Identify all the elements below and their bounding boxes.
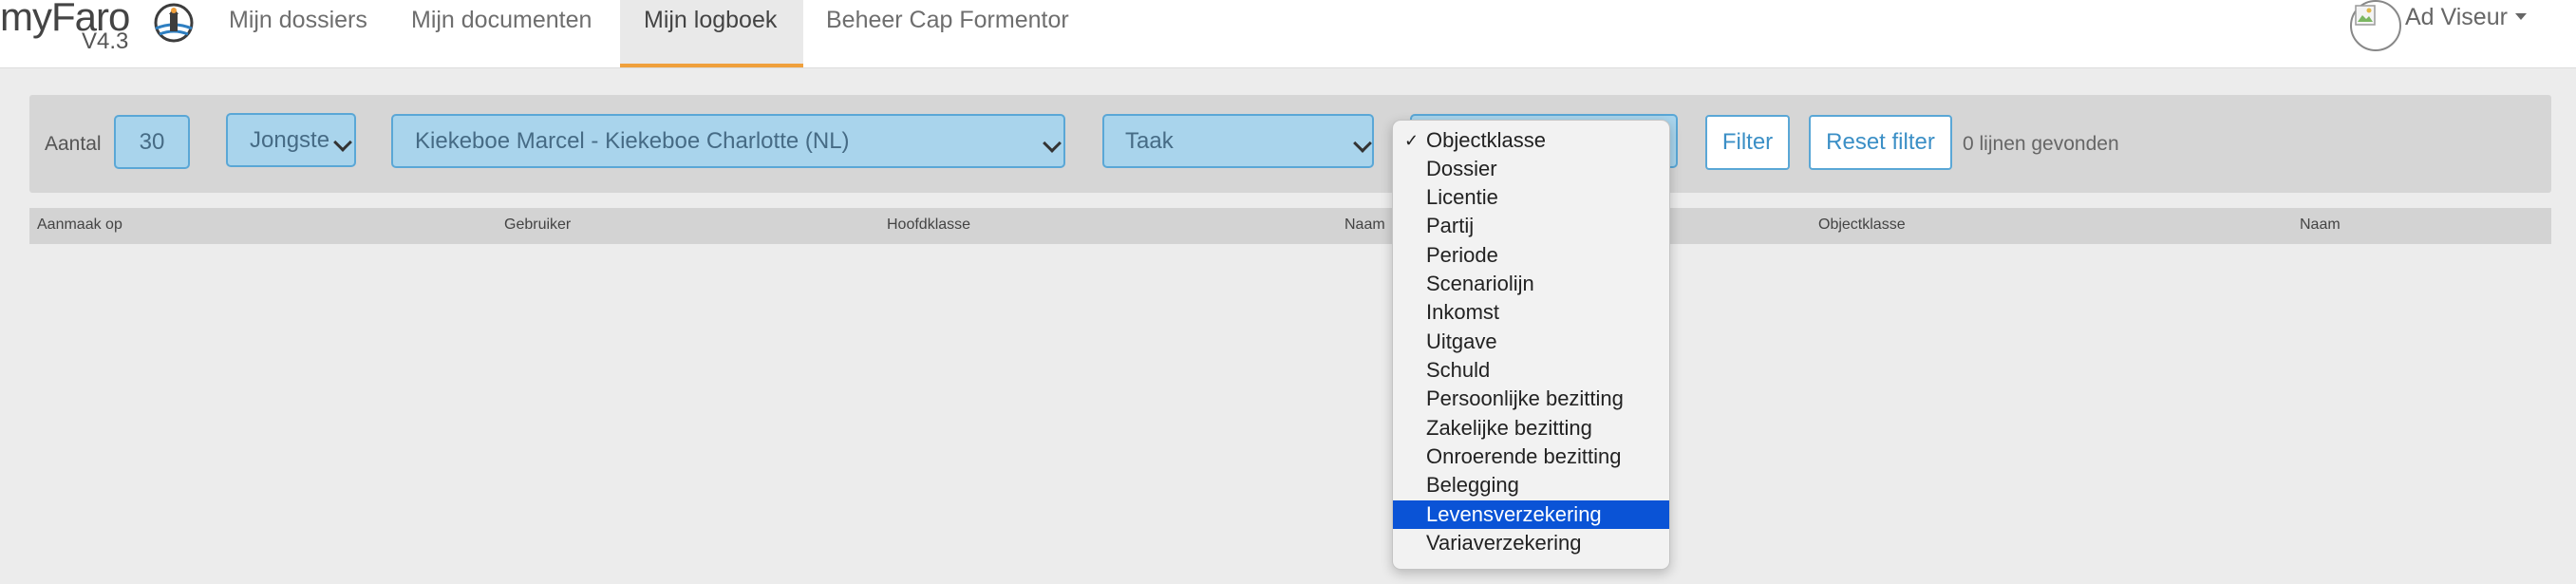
dropdown-option[interactable]: Scenariolijn	[1393, 270, 1669, 298]
count-input[interactable]: 30	[114, 115, 190, 169]
filter-button[interactable]: Filter	[1705, 115, 1790, 170]
nav-mijn-logboek[interactable]: Mijn logboek	[620, 0, 803, 67]
column-header-gebruiker[interactable]: Gebruiker	[504, 217, 571, 234]
nav-beheer-cap-formentor[interactable]: Beheer Cap Formentor	[826, 0, 1069, 67]
nav-mijn-documenten[interactable]: Mijn documenten	[411, 0, 592, 67]
dropdown-option[interactable]: Partij	[1393, 212, 1669, 240]
dropdown-option-highlighted[interactable]: Levensverzekering	[1393, 500, 1669, 529]
lighthouse-icon	[154, 3, 194, 43]
result-count: 0 lijnen gevonden	[1963, 133, 2119, 155]
nav-mijn-dossiers[interactable]: Mijn dossiers	[229, 0, 367, 67]
user-name[interactable]: Ad Viseur	[2405, 4, 2508, 31]
broken-image-icon	[2355, 5, 2376, 26]
count-value: 30	[139, 128, 165, 155]
dropdown-option[interactable]: Zakelijke bezitting	[1393, 414, 1669, 443]
column-header-hoofdklasse[interactable]: Hoofdklasse	[887, 217, 970, 234]
dropdown-option[interactable]: Inkomst	[1393, 298, 1669, 327]
checkmark-icon: ✓	[1404, 131, 1420, 150]
table-header	[29, 208, 2551, 244]
dropdown-option[interactable]: Uitgave	[1393, 328, 1669, 356]
brand-logo-block[interactable]: myFaro V4.3	[0, 0, 204, 66]
dropdown-option[interactable]: Schuld	[1393, 356, 1669, 385]
sort-select[interactable]: Jongste	[226, 113, 356, 167]
column-header-naam-2[interactable]: Naam	[2300, 217, 2341, 234]
top-navbar: myFaro V4.3 Mijn dossiers Mijn documente…	[0, 0, 2576, 68]
dossier-select[interactable]: Kiekeboe Marcel - Kiekeboe Charlotte (NL…	[391, 114, 1065, 168]
dropdown-option[interactable]: ✓ Objectklasse	[1393, 126, 1669, 155]
dropdown-option[interactable]: Dossier	[1393, 155, 1669, 183]
user-menu-caret-icon[interactable]	[2515, 13, 2527, 20]
count-label: Aantal	[45, 133, 102, 155]
column-header-objectklasse[interactable]: Objectklasse	[1818, 217, 1906, 234]
column-header-naam[interactable]: Naam	[1344, 217, 1385, 234]
reset-filter-button[interactable]: Reset filter	[1809, 115, 1952, 170]
objectklasse-dropdown-list: ✓ Objectklasse Dossier Licentie Partij P…	[1392, 120, 1670, 570]
dropdown-option[interactable]: Onroerende bezitting	[1393, 443, 1669, 471]
dropdown-option[interactable]: Periode	[1393, 241, 1669, 270]
user-avatar[interactable]	[2350, 0, 2401, 51]
dropdown-option[interactable]: Variaverzekering	[1393, 529, 1669, 557]
dropdown-option[interactable]: Licentie	[1393, 183, 1669, 212]
hoofdklasse-value: Taak	[1125, 127, 1174, 154]
dropdown-option[interactable]: Belegging	[1393, 471, 1669, 499]
hoofdklasse-select[interactable]: Taak	[1102, 114, 1374, 168]
brand-version: V4.3	[82, 28, 129, 54]
dossier-value: Kiekeboe Marcel - Kiekeboe Charlotte (NL…	[415, 127, 850, 154]
dropdown-option[interactable]: Persoonlijke bezitting	[1393, 385, 1669, 413]
column-header-aanmaak-op[interactable]: Aanmaak op	[37, 217, 122, 234]
